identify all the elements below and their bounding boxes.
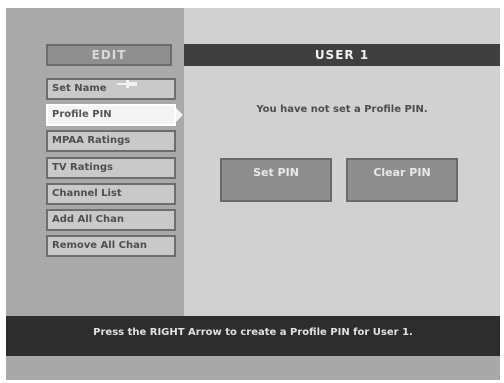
profile-pin-message: You have not set a Profile PIN. xyxy=(256,104,428,115)
menu-item-remove-all-chan[interactable]: Remove All Chan xyxy=(46,235,176,258)
user-title-bar: USER 1 xyxy=(184,44,500,66)
edit-tab[interactable]: EDIT xyxy=(46,44,172,66)
set-pin-button[interactable]: Set PIN xyxy=(220,158,332,202)
instruction-bar: Press the RIGHT Arrow to create a Profil… xyxy=(6,316,500,356)
profile-menu: Set Name Profile PIN MPAA Ratings TV Rat… xyxy=(46,78,183,261)
clear-pin-button[interactable]: Clear PIN xyxy=(346,158,458,202)
menu-item-add-all-chan[interactable]: Add All Chan xyxy=(46,208,176,231)
bottom-strip xyxy=(6,356,500,380)
menu-item-tv-ratings[interactable]: TV Ratings xyxy=(46,156,176,179)
menu-item-mpaa-ratings[interactable]: MPAA Ratings xyxy=(46,130,176,153)
tv-screen: EDIT USER 1 Set Name Profile PIN MPAA Ra… xyxy=(6,8,500,380)
menu-item-channel-list[interactable]: Channel List xyxy=(46,182,176,205)
menu-item-set-name[interactable]: Set Name xyxy=(46,78,176,100)
menu-item-profile-pin[interactable]: Profile PIN xyxy=(46,104,183,127)
